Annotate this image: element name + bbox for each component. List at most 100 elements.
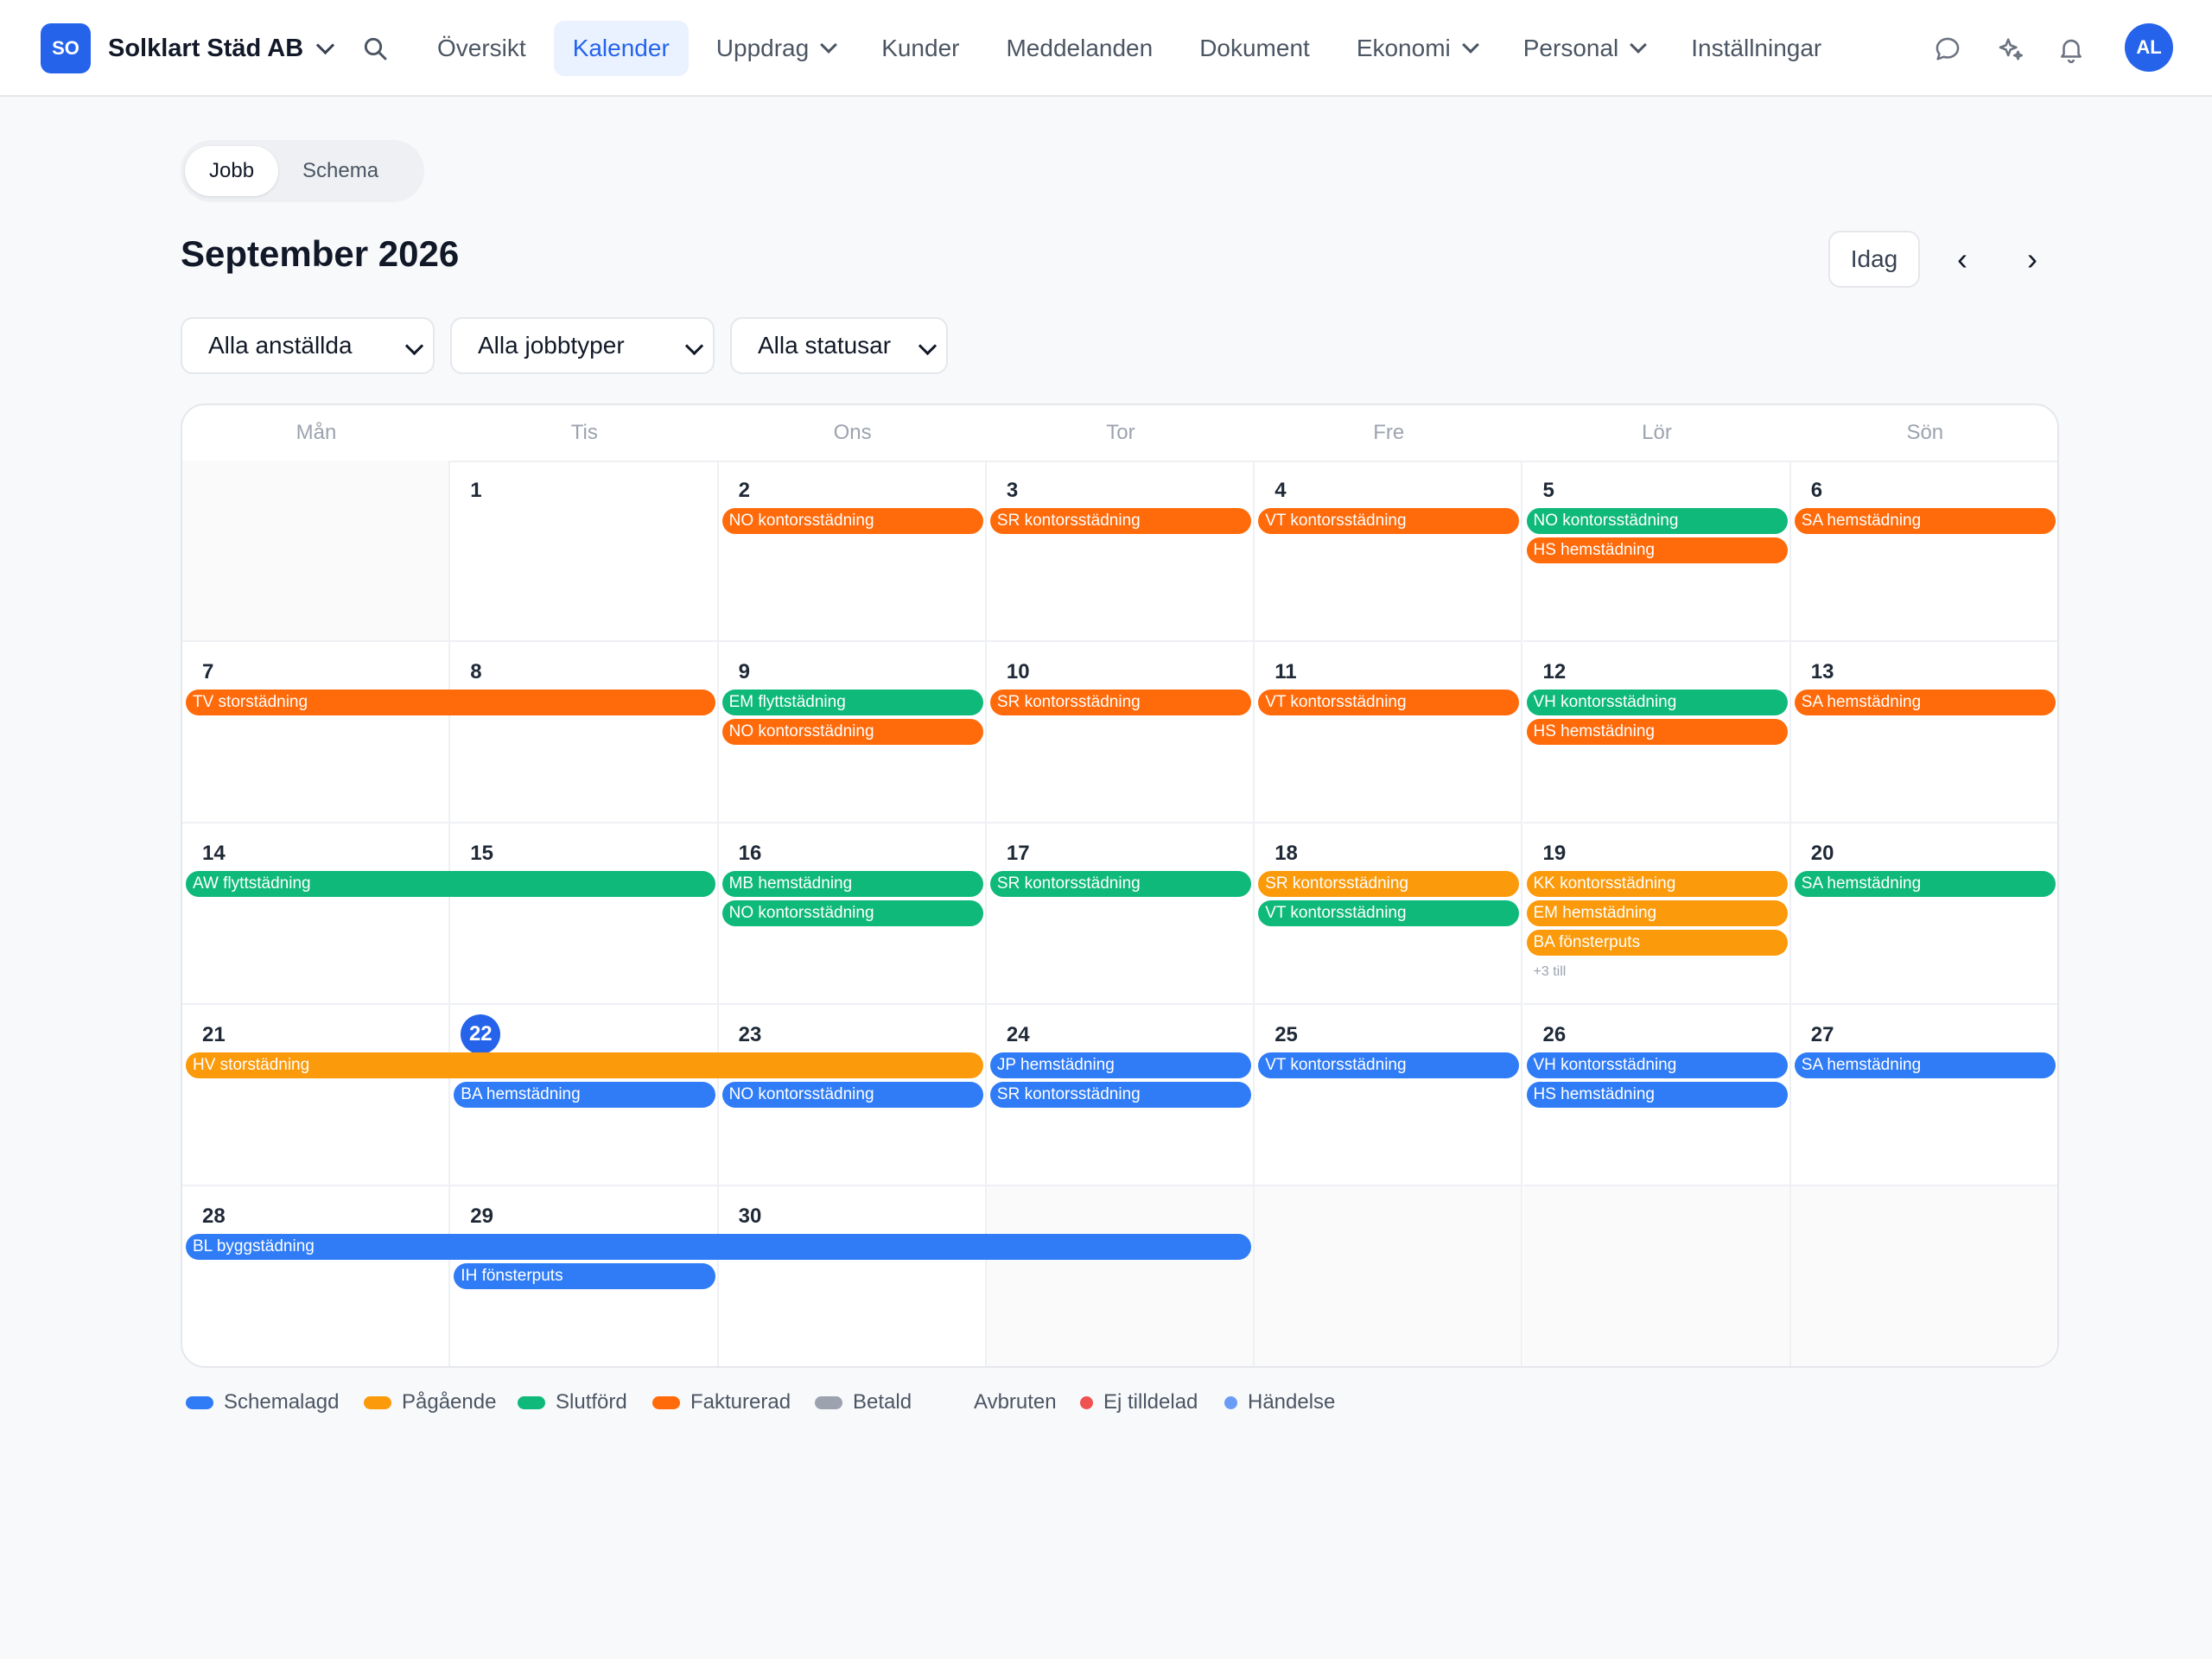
calendar-event[interactable]: NO kontorsstädning — [721, 508, 983, 534]
day-number: 28 — [202, 1205, 226, 1228]
day-cell-1[interactable] — [450, 461, 719, 642]
calendar-event[interactable]: TV storstädning — [186, 690, 715, 715]
day-cell-8[interactable] — [450, 642, 719, 823]
month-calendar: Mån Tis Ons Tor Fre Lör Sön 1 2 3 4 5 6 7 8 9 10 11 12 13 1… — [181, 404, 2059, 1368]
prev-month-button[interactable]: ‹ — [1948, 241, 1976, 276]
nav-item-personal[interactable]: Personal — [1504, 21, 1664, 76]
calendar-event[interactable]: NO kontorsstädning — [721, 900, 983, 926]
calendar-event[interactable]: MB hemstädning — [721, 871, 983, 897]
user-avatar[interactable]: AL — [2125, 23, 2173, 72]
calendar-event[interactable]: SA hemstädning — [1794, 690, 2056, 715]
day-cell-3[interactable] — [986, 461, 1255, 642]
today-day-number: 22 — [461, 1014, 501, 1054]
calendar-event[interactable]: VT kontorsstädning — [1258, 1052, 1520, 1078]
legend-label: Slutförd — [556, 1390, 627, 1414]
weekday-tis: Tis — [570, 421, 598, 444]
legend-label: Avbruten — [974, 1390, 1057, 1414]
calendar-event[interactable]: SR kontorsstädning — [1258, 871, 1520, 897]
org-switcher[interactable]: SO Solklart Städ AB — [41, 23, 335, 73]
weekday-lör: Lör — [1642, 421, 1672, 444]
page-title: September 2026 — [181, 233, 460, 274]
legend-item: Ej tilldelad — [1080, 1388, 1198, 1417]
calendar-event[interactable]: SR kontorsstädning — [989, 1082, 1252, 1108]
day-number: 30 — [738, 1205, 762, 1228]
nav-item-meddelanden[interactable]: Meddelanden — [987, 21, 1172, 76]
weekday-mån: Mån — [296, 421, 337, 444]
calendar-event[interactable]: HS hemstädning — [1526, 537, 1788, 563]
legend-item: Pågående — [364, 1388, 496, 1417]
nav-item-uppdrag[interactable]: Uppdrag — [697, 21, 854, 76]
day-number: 18 — [1274, 842, 1298, 865]
calendar-event[interactable]: VT kontorsstädning — [1258, 690, 1520, 715]
calendar-event[interactable]: JP hemstädning — [989, 1052, 1252, 1078]
sparkle-icon[interactable] — [1996, 35, 2025, 64]
nav-item-dokument[interactable]: Dokument — [1180, 21, 1329, 76]
status-filter-select[interactable]: Alla statusar — [730, 317, 948, 374]
calendar-event[interactable]: BL byggstädning — [186, 1234, 1252, 1260]
chat-icon[interactable] — [1933, 35, 1962, 64]
legend-swatch — [652, 1395, 680, 1409]
day-cell-7[interactable] — [182, 642, 451, 823]
more-events-link[interactable]: +3 till — [1534, 964, 1567, 980]
day-cell-2[interactable] — [718, 461, 987, 642]
bell-icon[interactable] — [2056, 35, 2086, 64]
calendar-event[interactable]: BA hemstädning — [454, 1082, 715, 1108]
nav-item-ekonomi[interactable]: Ekonomi — [1338, 21, 1496, 76]
day-number: 25 — [1274, 1023, 1298, 1046]
calendar-event[interactable]: SR kontorsstädning — [989, 508, 1252, 534]
legend-label: Händelse — [1248, 1390, 1336, 1414]
weekday-header: Mån Tis Ons Tor Fre Lör Sön — [182, 405, 2057, 462]
calendar-event[interactable]: VT kontorsstädning — [1258, 508, 1520, 534]
view-toggle: Jobb Schema — [181, 140, 424, 202]
day-number: 8 — [470, 660, 482, 683]
legend-item: Fakturerad — [652, 1388, 791, 1417]
nav-item-installningar[interactable]: Inställningar — [1672, 21, 1840, 76]
legend-swatch — [1224, 1395, 1237, 1409]
day-cell-4[interactable] — [1255, 461, 1523, 642]
nav-item-oversikt[interactable]: Översikt — [418, 21, 545, 76]
calendar-event[interactable]: NO kontorsstädning — [1526, 508, 1788, 534]
calendar-event[interactable]: VH kontorsstädning — [1526, 690, 1788, 715]
employee-filter-select[interactable]: Alla anställda — [181, 317, 435, 374]
chevron-down-icon — [316, 35, 335, 54]
legend-item: Händelse — [1224, 1388, 1335, 1417]
calendar-event[interactable]: VH kontorsstädning — [1526, 1052, 1788, 1078]
calendar-event[interactable]: HV storstädning — [186, 1052, 983, 1078]
legend-item: Avbruten — [974, 1388, 1057, 1417]
calendar-event[interactable]: SA hemstädning — [1794, 1052, 2056, 1078]
calendar-event[interactable]: IH fönsterputs — [454, 1263, 715, 1289]
day-number: 2 — [738, 479, 750, 502]
calendar-event[interactable]: SA hemstädning — [1794, 508, 2056, 534]
legend-label: Fakturerad — [690, 1390, 791, 1414]
toggle-jobb[interactable]: Jobb — [185, 146, 279, 196]
calendar-event[interactable]: NO kontorsstädning — [721, 1082, 983, 1108]
legend-swatch — [186, 1395, 213, 1409]
calendar-event[interactable]: AW flyttstädning — [186, 871, 715, 897]
calendar-event[interactable]: EM flyttstädning — [721, 690, 983, 715]
empty-day-cell — [1522, 1186, 1791, 1366]
calendar-event[interactable]: SA hemstädning — [1794, 871, 2056, 897]
job-type-filter-select[interactable]: Alla jobbtyper — [450, 317, 715, 374]
day-number: 26 — [1542, 1023, 1567, 1046]
calendar-event[interactable]: SR kontorsstädning — [989, 690, 1252, 715]
legend-item: Betald — [815, 1388, 912, 1417]
day-cell-6[interactable] — [1790, 461, 2057, 642]
today-button[interactable]: Idag — [1828, 231, 1920, 288]
weekday-fre: Fre — [1373, 421, 1405, 444]
nav-item-kunder[interactable]: Kunder — [862, 21, 978, 76]
calendar-event[interactable]: EM hemstädning — [1526, 900, 1788, 926]
search-icon[interactable] — [361, 35, 389, 62]
calendar-event[interactable]: VT kontorsstädning — [1258, 900, 1520, 926]
empty-day-cell — [986, 1186, 1255, 1366]
calendar-event[interactable]: KK kontorsstädning — [1526, 871, 1788, 897]
nav-item-kalender[interactable]: Kalender — [553, 21, 689, 76]
calendar-event[interactable]: HS hemstädning — [1526, 1082, 1788, 1108]
toggle-schema[interactable]: Schema — [278, 146, 403, 196]
next-month-button[interactable]: › — [2018, 241, 2046, 276]
calendar-event[interactable]: NO kontorsstädning — [721, 719, 983, 745]
day-number: 15 — [470, 842, 493, 865]
legend-swatch — [518, 1395, 545, 1409]
calendar-event[interactable]: BA fönsterputs — [1526, 930, 1788, 956]
calendar-event[interactable]: HS hemstädning — [1526, 719, 1788, 745]
calendar-event[interactable]: SR kontorsstädning — [989, 871, 1252, 897]
